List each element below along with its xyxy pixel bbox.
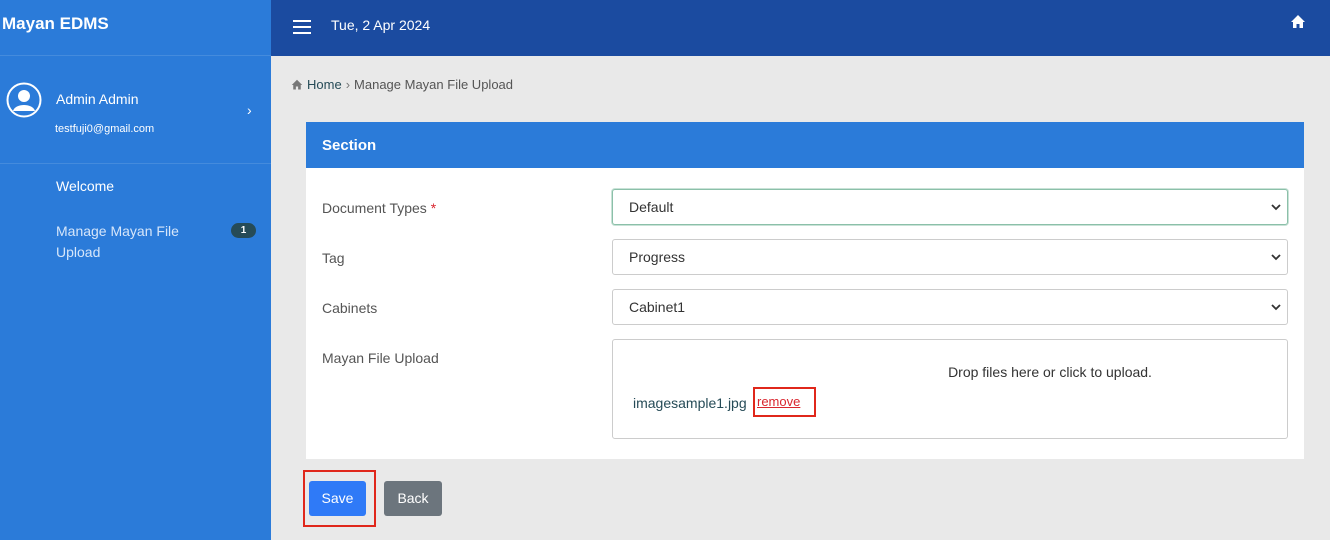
menu-toggle-icon[interactable] [293, 20, 311, 34]
chevron-down-icon [1271, 304, 1281, 311]
save-button[interactable]: Save [309, 481, 366, 516]
sidebar: Mayan EDMS Admin Admin testfuji0@gmail.c… [0, 0, 271, 540]
home-icon[interactable] [1290, 14, 1306, 30]
chevron-down-icon [1271, 204, 1281, 211]
chevron-down-icon [1271, 254, 1281, 261]
sidebar-item-badge: 1 [231, 223, 256, 238]
breadcrumb-home-icon [291, 79, 303, 89]
sidebar-item-welcome[interactable]: Welcome [56, 176, 114, 197]
document-types-value: Default [629, 199, 674, 215]
back-button[interactable]: Back [384, 481, 442, 516]
cabinets-value: Cabinet1 [629, 299, 686, 315]
section-card: Section Document Types * Default Tag Pro… [306, 122, 1304, 459]
breadcrumb-home-link[interactable]: Home [307, 77, 342, 92]
tag-select[interactable]: Progress [612, 239, 1288, 275]
topbar-date: Tue, 2 Apr 2024 [331, 17, 431, 33]
breadcrumb-separator: › [345, 77, 351, 92]
document-types-select[interactable]: Default [612, 189, 1288, 225]
cabinets-select[interactable]: Cabinet1 [612, 289, 1288, 325]
document-types-label: Document Types * [322, 200, 437, 216]
tag-label: Tag [322, 250, 345, 266]
section-title: Section [306, 122, 1304, 168]
user-avatar-icon [6, 82, 42, 118]
topbar: Tue, 2 Apr 2024 [271, 0, 1330, 56]
required-mark: * [430, 200, 437, 216]
dropzone-text: Drop files here or click to upload. [948, 364, 1152, 380]
file-dropzone[interactable]: Drop files here or click to upload. imag… [612, 339, 1288, 439]
remove-file-link[interactable]: remove [753, 387, 816, 417]
brand-logo[interactable]: Mayan EDMS [0, 0, 271, 56]
user-name: Admin Admin [56, 91, 139, 107]
uploaded-file-name: imagesample1.jpg [633, 395, 747, 411]
tag-value: Progress [629, 249, 686, 265]
cabinets-label: Cabinets [322, 300, 378, 316]
chevron-right-icon[interactable]: › [247, 102, 252, 118]
sidebar-item-manage-mayan-file-upload[interactable]: Manage Mayan File Upload [56, 221, 206, 263]
user-panel[interactable]: Admin Admin testfuji0@gmail.com › [0, 56, 271, 164]
breadcrumb: Home › Manage Mayan File Upload [291, 77, 513, 92]
file-upload-label: Mayan File Upload [322, 350, 439, 366]
user-email: testfuji0@gmail.com [55, 123, 155, 135]
breadcrumb-current: Manage Mayan File Upload [354, 77, 514, 92]
